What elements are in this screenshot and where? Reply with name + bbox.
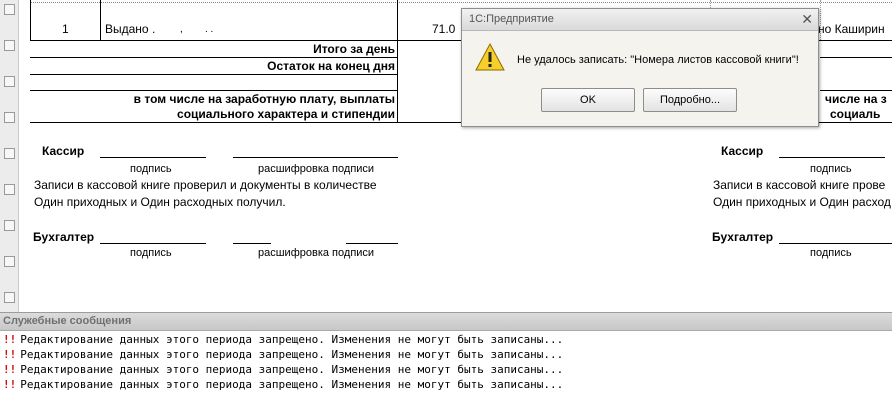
signature-line (346, 243, 398, 244)
zapisi-line2: Один приходных и Один расходных получил. (34, 195, 286, 209)
message-line[interactable]: !! Редактирование данных этого периода за… (3, 333, 563, 346)
message-line[interactable]: !! Редактирование данных этого периода за… (3, 348, 563, 361)
zapisi-right2: Один приходных и Один расход (713, 195, 891, 209)
row-group-marker[interactable] (4, 4, 15, 15)
messages-panel: Служебные сообщения !! Редактирование дан… (0, 312, 892, 418)
message-text: Редактирование данных этого периода запр… (20, 348, 564, 361)
messages-header-title: Служебные сообщения (3, 315, 132, 327)
podpis-caption: подпись (130, 163, 172, 175)
message-text: Редактирование данных этого периода запр… (20, 363, 564, 376)
message-line[interactable]: !! Редактирование данных этого периода за… (3, 363, 563, 376)
message-text: Редактирование данных этого периода запр… (20, 378, 564, 391)
grid-vline (397, 0, 398, 123)
message-line[interactable]: !! Редактирование данных этого периода за… (3, 378, 563, 391)
dialog-titlebar[interactable]: 1С:Предприятие ✕ (462, 9, 818, 31)
row-group-marker[interactable] (4, 256, 15, 267)
signature-line (779, 243, 892, 244)
signature-line (100, 243, 206, 244)
buhgalter-label: Бухгалтер (33, 230, 95, 244)
v-tom-right1: числе на з (825, 92, 887, 106)
dialog-message: Не удалось записать: "Номера листов касс… (517, 54, 799, 66)
row-group-strip (0, 0, 19, 312)
zapisi-line1: Записи в кассовой книге проверил и докум… (34, 178, 377, 192)
row-number: 1 (62, 22, 69, 36)
grid-line (30, 57, 397, 58)
messages-header: Служебные сообщения (0, 313, 892, 331)
kassir-label: Кассир (42, 144, 85, 158)
rasshifrovka-caption: расшифровка подписи (258, 163, 375, 175)
signature-line (100, 157, 206, 158)
row-text: Выдано . (105, 22, 156, 36)
message-text: Редактирование данных этого периода запр… (20, 333, 564, 346)
grid-line (30, 74, 397, 75)
row-group-marker[interactable] (4, 112, 15, 123)
row-group-marker[interactable] (4, 40, 15, 51)
grid-line (30, 2, 892, 3)
ok-button[interactable]: OK (541, 88, 635, 112)
error-marker-icon: !! (3, 348, 17, 361)
kassir-label-right: Кассир (721, 144, 764, 158)
error-marker-icon: !! (3, 378, 17, 391)
close-icon[interactable]: ✕ (801, 11, 813, 27)
itogo-label: Итого за день (313, 42, 395, 56)
error-dialog: 1С:Предприятие ✕ Не удалось записать: "Н… (461, 8, 819, 127)
grid-line (820, 57, 892, 58)
podpis-caption: подпись (130, 247, 172, 259)
row-group-marker[interactable] (4, 148, 15, 159)
v-tom-line2: социального характера и стипендии (177, 107, 395, 121)
buhgalter-label-right: Бухгалтер (712, 230, 774, 244)
signature-line (233, 157, 398, 158)
row-group-marker[interactable] (4, 220, 15, 231)
podpis-caption-right: подпись (810, 163, 852, 175)
grid-vline (30, 0, 31, 40)
ostatok-label: Остаток на конец дня (267, 59, 395, 73)
row-text-dots: , . . (180, 24, 214, 35)
error-marker-icon: !! (3, 363, 17, 376)
row-group-marker[interactable] (4, 292, 15, 303)
row-right-text: но Каширин (818, 22, 885, 36)
signature-line (779, 157, 885, 158)
rasshifrovka-caption: расшифровка подписи (258, 247, 375, 259)
row-amount: 71.0 (432, 22, 456, 36)
v-tom-line1: в том числе на заработную плату, выплаты (133, 92, 395, 106)
grid-vline (100, 0, 101, 40)
grid-line (820, 90, 892, 91)
podpis-caption-right: подпись (810, 247, 852, 259)
row-group-marker[interactable] (4, 184, 15, 195)
signature-line (233, 243, 271, 244)
zapisi-right1: Записи в кассовой книге прове (713, 178, 886, 192)
v-tom-right2: социаль (830, 107, 881, 121)
grid-line (30, 90, 397, 91)
warning-icon (475, 42, 505, 71)
row-group-marker[interactable] (4, 76, 15, 87)
dialog-title: 1С:Предприятие (469, 13, 554, 25)
error-marker-icon: !! (3, 333, 17, 346)
details-button[interactable]: Подробно... (643, 88, 737, 112)
